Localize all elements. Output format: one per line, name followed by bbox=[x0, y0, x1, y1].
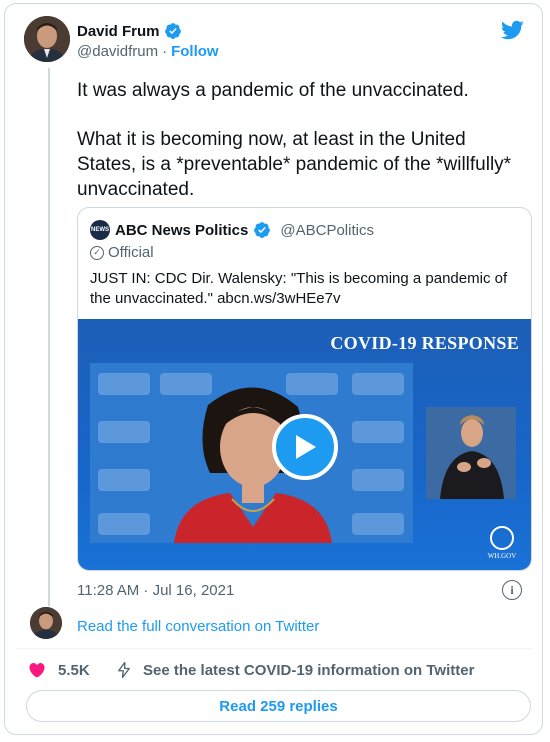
like-count: 5.5K bbox=[58, 661, 90, 679]
quoted-tweet-header: NEWS ABC News Politics @ABCPolitics bbox=[90, 220, 374, 240]
separator-dot: · bbox=[162, 43, 168, 60]
tweet-paragraph: What it is becoming now, at least in the… bbox=[77, 129, 512, 200]
author-handle-row: @davidfrum · Follow bbox=[77, 43, 219, 60]
read-conversation-link[interactable]: Read the full conversation on Twitter bbox=[77, 618, 319, 635]
author-avatar[interactable] bbox=[24, 16, 70, 62]
like-button[interactable]: 5.5K bbox=[28, 661, 90, 679]
play-button[interactable] bbox=[272, 414, 338, 480]
official-label: Official bbox=[108, 244, 154, 261]
quoted-tweet[interactable]: NEWS ABC News Politics @ABCPolitics ✓ Of… bbox=[77, 207, 532, 571]
quoted-author-handle: @ABCPolitics bbox=[280, 221, 374, 239]
official-check-icon: ✓ bbox=[90, 245, 104, 260]
official-label-row: ✓ Official bbox=[90, 244, 154, 261]
conversation-avatar bbox=[30, 607, 62, 639]
video-main-frame bbox=[90, 363, 413, 543]
covid-info-label: See the latest COVID-19 information on T… bbox=[143, 661, 475, 679]
tweet-paragraph: It was always a pandemic of the unvaccin… bbox=[77, 80, 469, 101]
verified-badge-icon bbox=[164, 23, 181, 39]
wh-gov-label: WH.GOV bbox=[487, 552, 517, 560]
quoted-author-name: ABC News Politics bbox=[115, 221, 249, 239]
read-replies-button[interactable]: Read 259 replies bbox=[26, 690, 531, 722]
divider bbox=[17, 648, 532, 649]
tweet-timestamp[interactable]: 11:28 AM · Jul 16, 2021 bbox=[77, 582, 234, 599]
follow-button[interactable]: Follow bbox=[171, 43, 219, 60]
verified-badge-icon bbox=[254, 222, 271, 238]
author-name-row: David Frum bbox=[77, 22, 182, 40]
abc-news-logo: NEWS bbox=[90, 220, 110, 240]
author-handle[interactable]: @davidfrum bbox=[77, 43, 158, 60]
covid-info-link[interactable]: See the latest COVID-19 information on T… bbox=[115, 661, 474, 679]
video-overlay-title: COVID-19 RESPONSE bbox=[330, 333, 519, 353]
heart-icon bbox=[29, 663, 45, 678]
embedded-tweet-card: David Frum @davidfrum · Follow It was al… bbox=[4, 3, 543, 735]
sign-language-interpreter-inset bbox=[426, 407, 516, 499]
video-thumbnail[interactable]: COVID-19 RESPONSE WH.GOV bbox=[78, 319, 531, 570]
author-name[interactable]: David Frum bbox=[77, 23, 160, 40]
twitter-bird-icon[interactable] bbox=[500, 18, 524, 42]
lightning-icon bbox=[118, 661, 130, 679]
quoted-tweet-text: JUST IN: CDC Dir. Walensky: "This is bec… bbox=[90, 270, 508, 307]
info-icon[interactable]: i bbox=[502, 580, 522, 600]
play-icon bbox=[296, 435, 316, 459]
white-house-logo: WH.GOV bbox=[485, 526, 519, 560]
thread-line bbox=[48, 68, 50, 606]
tweet-text: It was always a pandemic of the unvaccin… bbox=[77, 78, 517, 226]
